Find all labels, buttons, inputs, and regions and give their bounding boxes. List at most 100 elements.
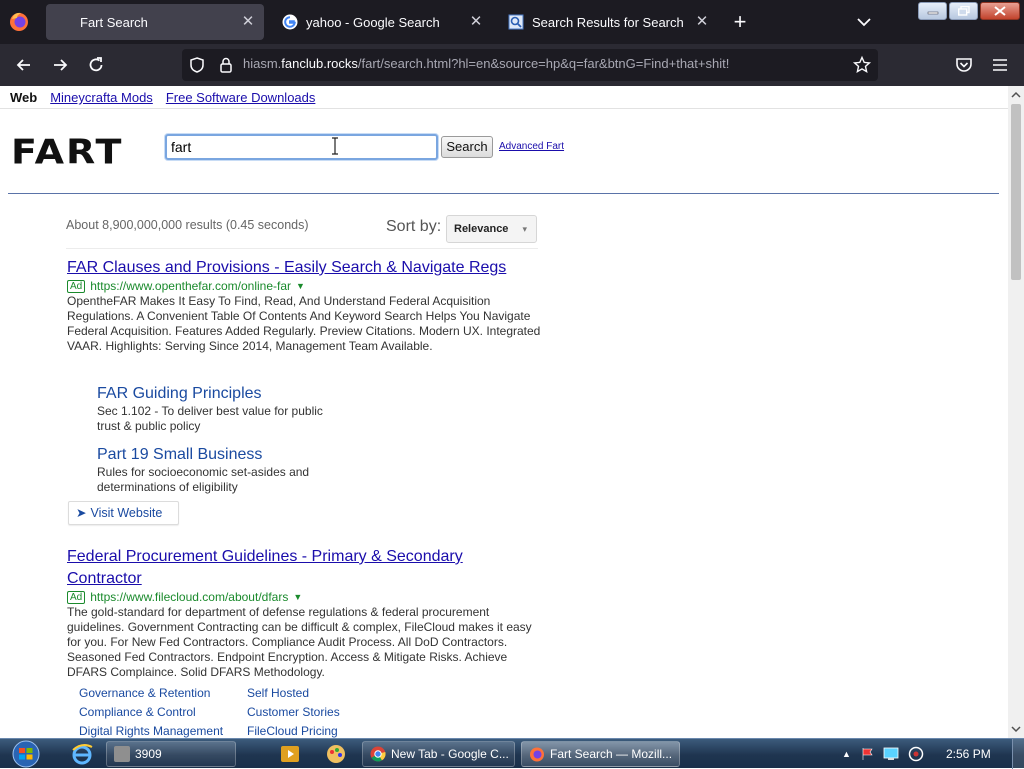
url-path: /fart/search.html?hl=en&source=hp&q=far&… <box>357 56 730 71</box>
show-desktop-button[interactable] <box>1012 739 1024 769</box>
address-bar[interactable]: hiasm.fanclub.rocks/fart/search.html?hl=… <box>182 49 878 81</box>
tab-title: Search Results for Search <box>532 14 684 30</box>
shield-icon[interactable] <box>188 56 206 74</box>
minimize-button[interactable] <box>918 2 947 20</box>
result-title-link-line2[interactable]: Contractor <box>67 568 142 590</box>
result-url: Ad https://www.openthefar.com/online-far… <box>67 279 305 293</box>
sitelink-self-hosted[interactable]: Self Hosted <box>247 686 309 700</box>
hamburger-menu-icon[interactable] <box>990 55 1010 75</box>
tab-title: Fart Search <box>80 14 148 30</box>
media-player-icon[interactable] <box>278 742 302 766</box>
tab-title: yahoo - Google Search <box>306 14 440 30</box>
result-title-link[interactable]: FAR Clauses and Provisions - Easily Sear… <box>67 257 506 279</box>
navigation-toolbar: hiasm.fanclub.rocks/fart/search.html?hl=… <box>0 44 1024 86</box>
taskbar-button-label: Fart Search — Mozill... <box>550 747 673 761</box>
advanced-search-link[interactable]: Advanced Fart <box>499 141 564 152</box>
nav-link-free-software-downloads[interactable]: Free Software Downloads <box>166 90 316 105</box>
bookmark-star-icon[interactable] <box>852 55 872 75</box>
scroll-up-arrow-icon[interactable] <box>1011 90 1021 100</box>
close-icon <box>994 6 1006 16</box>
window-controls <box>918 2 1020 20</box>
paint-app-icon[interactable] <box>324 742 348 766</box>
page-content: Web Mineycrafta Mods Free Software Downl… <box>0 86 1008 738</box>
tab-bar: Fart Search ✕ yahoo - Google Search ✕ Se… <box>0 0 1024 44</box>
top-navigation: Web Mineycrafta Mods Free Software Downl… <box>10 90 315 105</box>
result-title-link[interactable]: Federal Procurement Guidelines - Primary… <box>67 546 463 568</box>
sort-dropdown[interactable]: Relevance ▾ <box>446 215 537 243</box>
ad-badge: Ad <box>67 279 86 293</box>
taskbar-button-firefox[interactable]: Fart Search — Mozill... <box>521 741 680 767</box>
tray-expand-icon[interactable]: ▲ <box>842 749 851 759</box>
ad-badge: Ad <box>67 590 86 604</box>
tab-yahoo-google-search[interactable]: yahoo - Google Search ✕ <box>272 4 492 40</box>
restore-icon <box>957 6 970 16</box>
divider <box>0 108 1008 109</box>
sitelink-customer-stories[interactable]: Customer Stories <box>247 705 340 719</box>
flag-icon[interactable] <box>860 747 874 761</box>
taskbar-clock[interactable]: 2:56 PM <box>946 747 991 761</box>
tab-page-icon <box>56 14 72 30</box>
result-url-text[interactable]: https://www.openthefar.com/online-far <box>90 279 291 293</box>
vertical-scrollbar[interactable] <box>1008 86 1024 738</box>
firefox-view-icon[interactable] <box>8 10 30 32</box>
scrollbar-thumb[interactable] <box>1011 104 1021 280</box>
sitelink-digital-rights-management[interactable]: Digital Rights Management <box>79 724 223 738</box>
firefox-icon <box>530 747 544 762</box>
new-tab-plus-icon[interactable]: + <box>728 11 752 35</box>
visit-website-button[interactable]: ➤ Visit Website <box>68 501 179 525</box>
nav-web-current: Web <box>10 90 38 105</box>
google-icon <box>282 14 298 30</box>
result-stats: About 8,900,000,000 results (0.45 second… <box>66 218 309 232</box>
sitelink-filecloud-pricing[interactable]: FileCloud Pricing <box>247 724 338 738</box>
chrome-icon <box>370 746 386 762</box>
sitelink-description: Sec 1.102 - To deliver best value for pu… <box>97 404 323 433</box>
forward-arrow-icon[interactable] <box>50 55 70 75</box>
windows-taskbar: 3909 New Tab - Google C... Fart Search —… <box>0 738 1024 769</box>
volume-icon[interactable] <box>908 746 924 762</box>
site-logo[interactable]: FART <box>11 132 123 172</box>
taskbar-button-label: 3909 <box>135 747 162 761</box>
result-url-text[interactable]: https://www.filecloud.com/about/dfars <box>90 590 288 604</box>
url-prefix: hiasm. <box>243 56 282 71</box>
close-window-button[interactable] <box>980 2 1020 20</box>
dropdown-arrow-icon[interactable]: ▼ <box>293 592 302 602</box>
lock-icon[interactable] <box>217 56 235 74</box>
text-cursor-icon <box>332 137 338 155</box>
tab-fart-search[interactable]: Fart Search ✕ <box>46 4 264 40</box>
tab-close-icon[interactable]: ✕ <box>692 12 712 32</box>
search-input[interactable] <box>165 134 438 160</box>
network-monitor-icon[interactable] <box>883 747 899 761</box>
url-text[interactable]: hiasm.fanclub.rocks/fart/search.html?hl=… <box>243 56 729 71</box>
arrow-right-icon: ➤ <box>76 506 87 520</box>
scroll-down-arrow-icon[interactable] <box>1011 724 1021 734</box>
restore-button[interactable] <box>949 2 978 20</box>
back-arrow-icon[interactable] <box>14 55 34 75</box>
internet-explorer-icon[interactable] <box>70 742 94 766</box>
tab-close-icon[interactable]: ✕ <box>238 12 258 32</box>
search-button[interactable]: Search <box>441 136 493 158</box>
sort-label: Sort by: <box>386 218 442 235</box>
visit-website-label: Visit Website <box>90 506 163 520</box>
tab-search-results[interactable]: Search Results for Search ✕ <box>498 4 718 40</box>
reload-icon[interactable] <box>86 55 106 75</box>
divider <box>66 248 538 249</box>
sort-value: Relevance <box>454 223 509 235</box>
sitelink-governance-retention[interactable]: Governance & Retention <box>79 686 210 700</box>
windows-start-icon[interactable] <box>8 739 44 769</box>
tab-close-icon[interactable]: ✕ <box>466 12 486 32</box>
app-icon <box>114 746 130 762</box>
minimize-icon <box>927 11 938 15</box>
sitelink-description: Rules for socioeconomic set-asides and d… <box>97 465 310 494</box>
sitelink-far-guiding-principles[interactable]: FAR Guiding Principles <box>97 385 262 403</box>
taskbar-button-chrome[interactable]: New Tab - Google C... <box>362 741 515 767</box>
result-url: Ad https://www.filecloud.com/about/dfars… <box>67 590 302 604</box>
nav-link-mineycrafta-mods[interactable]: Mineycrafta Mods <box>50 90 153 105</box>
sitelink-compliance-control[interactable]: Compliance & Control <box>79 705 196 719</box>
chevron-down-icon[interactable] <box>852 12 876 32</box>
pocket-icon[interactable] <box>954 55 974 75</box>
taskbar-button-3909[interactable]: 3909 <box>106 741 236 767</box>
sitelink-part-19-small-business[interactable]: Part 19 Small Business <box>97 446 262 464</box>
dropdown-arrow-icon[interactable]: ▼ <box>296 281 305 291</box>
taskbar-button-label: New Tab - Google C... <box>391 747 509 761</box>
system-tray: ▲ <box>842 746 924 762</box>
